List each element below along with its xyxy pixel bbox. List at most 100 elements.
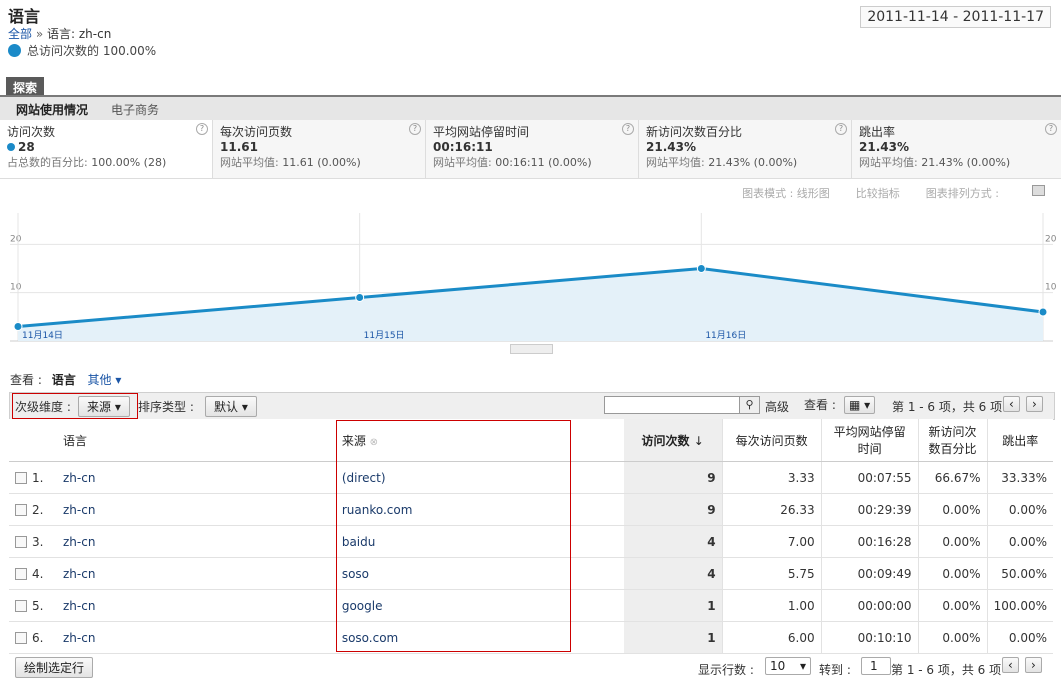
secondary-dimension-label: 次级维度 : (15, 400, 71, 414)
rows-per-page-value: 10 (770, 659, 786, 673)
goto-label: 转到 : (819, 663, 851, 677)
cell-pages-per-visit: 3.33 (721, 461, 822, 494)
metric-visits[interactable]: 访问次数 28 占总数的百分比: 100.00% (28) ? (0, 120, 213, 178)
row-index: 3. (32, 534, 44, 549)
data-point (13, 322, 23, 331)
help-icon[interactable]: ? (622, 123, 634, 135)
chart-mode[interactable]: 图表模式 : 线形图 (742, 185, 830, 201)
compare-metric-button[interactable]: 比较指标 (856, 185, 900, 201)
cell-new-visits: 0.00% (917, 621, 988, 654)
column-header-language[interactable]: 语言 (56, 419, 336, 462)
metric-sub-value: 00:16:11 (0.00%) (495, 156, 592, 169)
metric-sub-label: 网站平均值: (433, 156, 492, 169)
row-checkbox[interactable] (15, 600, 27, 612)
metric-value: 21.43% (859, 140, 909, 154)
view-other-dropdown[interactable]: 其他 ▾ (88, 373, 122, 387)
cell-bounce-rate: 0.00% (986, 525, 1053, 558)
secondary-dimension-value: 来源 (87, 400, 112, 414)
metric-value: 28 (18, 140, 35, 154)
chart-mode-label: 图表模式 : (742, 187, 794, 200)
chart-resize-handle[interactable] (510, 344, 553, 354)
metric-value: 21.43% (646, 140, 696, 154)
breadcrumb-all-link[interactable]: 全部 (8, 27, 32, 41)
column-header-avg-time[interactable]: 平均网站停留时间 (820, 419, 919, 462)
plot-rows-button[interactable]: 绘制选定行 (15, 657, 94, 678)
chevron-down-icon: ▾ (241, 400, 248, 414)
rows-per-page-select[interactable]: 10 ▾ (765, 657, 811, 675)
metric-sub-value: 21.43% (0.00%) (708, 156, 798, 169)
y-tick-label-right: 20 (1045, 234, 1057, 244)
row-checkbox[interactable] (15, 504, 27, 516)
cell-language[interactable]: zh-cn (56, 589, 336, 622)
table-footer: 绘制选定行 显示行数 : 10 ▾ 转到 : 1 第 1 - 6 项，共 6 项… (9, 655, 1053, 679)
cell-language[interactable]: zh-cn (56, 557, 336, 590)
metric-sub-label: 占总数的百分比: (7, 156, 88, 169)
sort-desc-icon: ↓ (693, 433, 704, 448)
table-toolbar: 次级维度 : 来源 ▾ 排序类型 : 默认 ▾ ⚲ 高级 查看 : ▦ ▾ 第 … (9, 392, 1055, 420)
cell-language[interactable]: zh-cn (56, 461, 336, 494)
goto-page-input[interactable]: 1 (861, 657, 891, 675)
metric-avg-time[interactable]: 平均网站停留时间 00:16:11 网站平均值: 00:16:11 (0.00%… (426, 120, 639, 178)
tab-site-usage[interactable]: 网站使用情况 (16, 101, 88, 118)
column-header-visits-label: 访问次数 (641, 433, 690, 448)
column-header-visits[interactable]: 访问次数 ↓ (623, 419, 723, 462)
sort-type-select[interactable]: 默认 ▾ (205, 396, 257, 417)
y-tick-label-right: 10 (1045, 283, 1057, 293)
table-search-input[interactable] (604, 396, 740, 414)
chevron-right-icon: › (1032, 397, 1037, 411)
metric-name: 跳出率 (859, 125, 896, 139)
cell-language[interactable]: zh-cn (56, 493, 336, 526)
row-checkbox[interactable] (15, 568, 27, 580)
cell-language[interactable]: zh-cn (56, 525, 336, 558)
cell-avg-time: 00:16:28 (820, 525, 919, 558)
cell-visits: 4 (623, 557, 723, 590)
series-dot-icon (7, 143, 15, 151)
row-index: 1. (32, 470, 44, 485)
view-label: 查看 : (10, 373, 42, 387)
metric-new-visits[interactable]: 新访问次数百分比 21.43% 网站平均值: 21.43% (0.00%) ? (639, 120, 852, 178)
table-view-select[interactable]: ▦ ▾ (844, 396, 876, 414)
help-icon[interactable]: ? (409, 123, 421, 135)
prev-page-button[interactable]: ‹ (1003, 396, 1020, 412)
advanced-filter-link[interactable]: 高级 (765, 398, 789, 415)
cell-new-visits: 0.00% (917, 525, 988, 558)
column-header-new-visits[interactable]: 新访问次数百分比 (917, 419, 988, 462)
cell-bounce-rate: 100.00% (986, 589, 1053, 622)
cell-avg-time: 00:00:00 (820, 589, 919, 622)
chevron-right-icon: › (1031, 658, 1036, 672)
metric-name: 每次访问页数 (220, 125, 293, 139)
cell-avg-time: 00:09:49 (820, 557, 919, 590)
header-checkbox-col (9, 419, 57, 462)
cell-language[interactable]: zh-cn (56, 621, 336, 654)
help-icon[interactable]: ? (1045, 123, 1057, 135)
search-icon[interactable]: ⚲ (739, 396, 760, 414)
x-tick-label: 11月16日 (705, 330, 746, 341)
chart-granularity[interactable]: 图表排列方式 : (926, 185, 999, 201)
secondary-dimension-select[interactable]: 来源 ▾ (78, 396, 130, 417)
row-checkbox-cell: 4. (9, 557, 57, 590)
row-checkbox[interactable] (15, 536, 27, 548)
row-checkbox[interactable] (15, 472, 27, 484)
cell-visits: 9 (623, 461, 723, 494)
prev-page-button[interactable]: ‹ (1002, 657, 1019, 673)
source-column-highlight (336, 420, 571, 652)
cell-pages-per-visit: 7.00 (721, 525, 822, 558)
metric-sub-label: 网站平均值: (859, 156, 918, 169)
tab-ecommerce[interactable]: 电子商务 (111, 101, 159, 118)
next-page-button[interactable]: › (1026, 396, 1043, 412)
help-icon[interactable]: ? (196, 123, 208, 135)
view-other-label: 其他 (87, 373, 112, 387)
sort-type-label: 排序类型 : (138, 400, 194, 414)
next-page-button[interactable]: › (1025, 657, 1042, 673)
chart-mode-value: 线形图 (796, 187, 830, 200)
date-range-picker[interactable]: 2011-11-14 - 2011-11-17 (860, 6, 1051, 28)
chart-type-icon[interactable] (1032, 185, 1045, 196)
help-icon[interactable]: ? (835, 123, 847, 135)
metric-sub-label: 网站平均值: (646, 156, 705, 169)
metric-pages-per-visit[interactable]: 每次访问页数 11.61 网站平均值: 11.61 (0.00%) ? (213, 120, 426, 178)
row-checkbox[interactable] (15, 632, 27, 644)
metric-name: 新访问次数百分比 (646, 125, 743, 139)
column-header-bounce-rate[interactable]: 跳出率 (986, 419, 1053, 462)
column-header-pages-per-visit[interactable]: 每次访问页数 (721, 419, 822, 462)
metric-bounce-rate[interactable]: 跳出率 21.43% 网站平均值: 21.43% (0.00%) ? (852, 120, 1061, 178)
